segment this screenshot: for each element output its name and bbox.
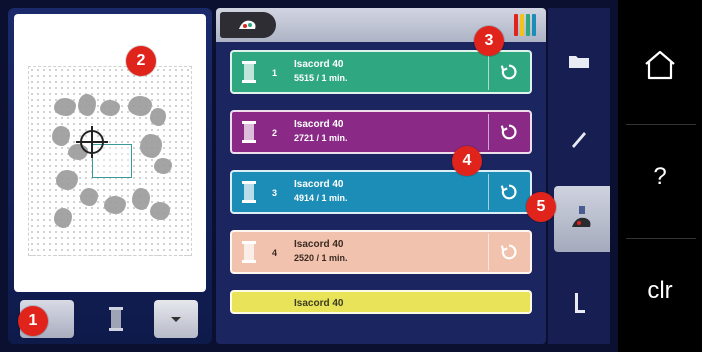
thread-detail: 2721 / 1 min. [294, 133, 348, 143]
design-preview[interactable] [14, 14, 206, 292]
color-row[interactable]: 3 Isacord 40 4914 / 1 min. [230, 170, 532, 214]
badge-5: 5 [526, 192, 556, 222]
row-number: 1 [272, 68, 278, 78]
thread-color-icon [239, 20, 256, 29]
refresh-icon [500, 244, 517, 260]
thread-detail: 5515 / 1 min. [294, 73, 348, 83]
help-button[interactable]: ? [618, 122, 702, 232]
color-list-panel: 1 Isacord 40 5515 / 1 min. 2 Isacord 40 … [216, 8, 546, 344]
thread-name: Isacord 40 [294, 298, 344, 309]
badge-3: 3 [474, 26, 504, 56]
clear-button[interactable]: clr [618, 236, 702, 346]
center-crosshair-icon [76, 126, 108, 158]
change-color-button[interactable] [488, 114, 528, 150]
chevron-down-icon [171, 316, 181, 322]
home-button[interactable] [618, 10, 702, 120]
embroidery-screen: 1 Isacord 40 5515 / 1 min. 2 Isacord 40 … [0, 0, 702, 352]
thread-name: Isacord 40 [294, 239, 344, 250]
badge-1: 1 [18, 306, 48, 336]
thread-detail: 4914 / 1 min. [294, 193, 348, 203]
dropdown-button[interactable] [154, 300, 198, 338]
change-color-button[interactable] [488, 54, 528, 90]
badge-2: 2 [126, 46, 156, 76]
thread-spool-icon [242, 61, 256, 83]
thread-spool-icon [242, 181, 256, 203]
row-number: 3 [272, 188, 278, 198]
needle-icon[interactable] [554, 106, 604, 172]
row-number: 2 [272, 128, 278, 138]
thread-spool-icon [96, 300, 136, 338]
thread-name: Isacord 40 [294, 179, 344, 190]
color-palette-icon[interactable] [514, 14, 536, 36]
folder-icon[interactable] [554, 28, 604, 94]
thread-name: Isacord 40 [294, 119, 344, 130]
refresh-icon [500, 124, 517, 140]
row-number: 4 [272, 248, 278, 258]
design-preview-panel [8, 8, 212, 344]
clear-label: clr [647, 277, 673, 304]
thread-spool-icon [242, 241, 256, 263]
color-overview-tab[interactable] [220, 12, 276, 38]
color-row[interactable]: 1 Isacord 40 5515 / 1 min. [230, 50, 532, 94]
system-panel: ? clr [618, 0, 702, 352]
stitch-icon[interactable] [554, 270, 604, 336]
refresh-icon [500, 184, 517, 200]
thread-spool-icon [242, 121, 256, 143]
color-row[interactable]: 4 Isacord 40 2520 / 1 min. [230, 230, 532, 274]
vertical-nav [548, 8, 610, 344]
change-color-button[interactable] [488, 174, 528, 210]
change-color-button[interactable] [488, 234, 528, 270]
help-label: ? [653, 163, 667, 190]
thread-detail: 2520 / 1 min. [294, 253, 348, 263]
color-row[interactable]: 2 Isacord 40 2721 / 1 min. [230, 110, 532, 154]
badge-4: 4 [452, 146, 482, 176]
color-info-icon[interactable] [554, 186, 610, 252]
home-icon [645, 50, 675, 80]
refresh-icon [500, 64, 517, 80]
color-row[interactable]: Isacord 40 [230, 290, 532, 314]
thread-name: Isacord 40 [294, 59, 344, 70]
